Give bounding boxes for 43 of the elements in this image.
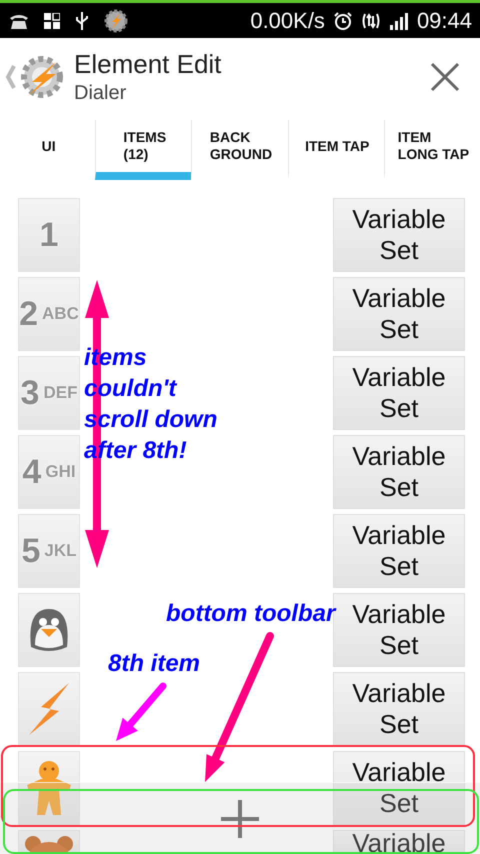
data-sync-icon [360,10,381,30]
action-button[interactable]: Variable Set [333,435,465,509]
keypad-digit: 5 [21,532,40,570]
alarm-icon [332,10,353,30]
close-icon[interactable] [430,62,460,92]
signal-icon [388,12,409,30]
keypad-digit: 1 [40,216,58,254]
tab[interactable]: ITEM TAP [288,120,384,180]
action-button[interactable]: Variable Set [333,672,465,746]
tab[interactable]: ITEM LONG TAP [384,120,480,180]
usb-icon [74,10,90,30]
action-button[interactable]: Variable Set [333,751,465,825]
action-button[interactable]: Variable [333,830,465,854]
annotation-text: 8th item [108,649,200,679]
bear-icon [23,834,75,854]
tab[interactable]: UI [0,120,96,180]
action-button[interactable]: Variable Set [333,356,465,430]
tab[interactable]: BACK GROUND [191,120,288,180]
keypad-digit: 2 [19,294,38,334]
icon-tile[interactable] [18,672,80,746]
icon-tile[interactable] [18,751,80,825]
icon-tile[interactable] [18,830,80,854]
clock: 09:44 [416,8,472,34]
add-icon[interactable] [219,798,261,840]
arrow [116,682,166,741]
network-speed: 0.00K/s [250,8,325,34]
screen-title: Element Edit [74,49,222,80]
keypad-digit: 3 [20,374,40,412]
annotation-text: bottom toolbar [166,599,336,629]
keypad-digit: 4 [22,452,42,492]
grid-icon [44,12,60,28]
icon-tile[interactable] [18,593,80,667]
keypad-letters: DEF [43,383,78,403]
action-button[interactable]: Variable Set [333,277,465,351]
lightning-bolt-icon [27,681,71,737]
action-button[interactable]: Variable Set [333,514,465,588]
action-button[interactable]: Variable Set [333,198,465,272]
gear-bolt-icon [104,8,128,32]
keypad-letters: ABC [42,304,79,324]
keypad-letters: JKL [44,541,77,561]
keypad-letters: GHI [45,462,76,482]
tab[interactable]: ITEMS (12) [95,120,192,180]
screen-subtitle: Dialer [74,82,128,105]
